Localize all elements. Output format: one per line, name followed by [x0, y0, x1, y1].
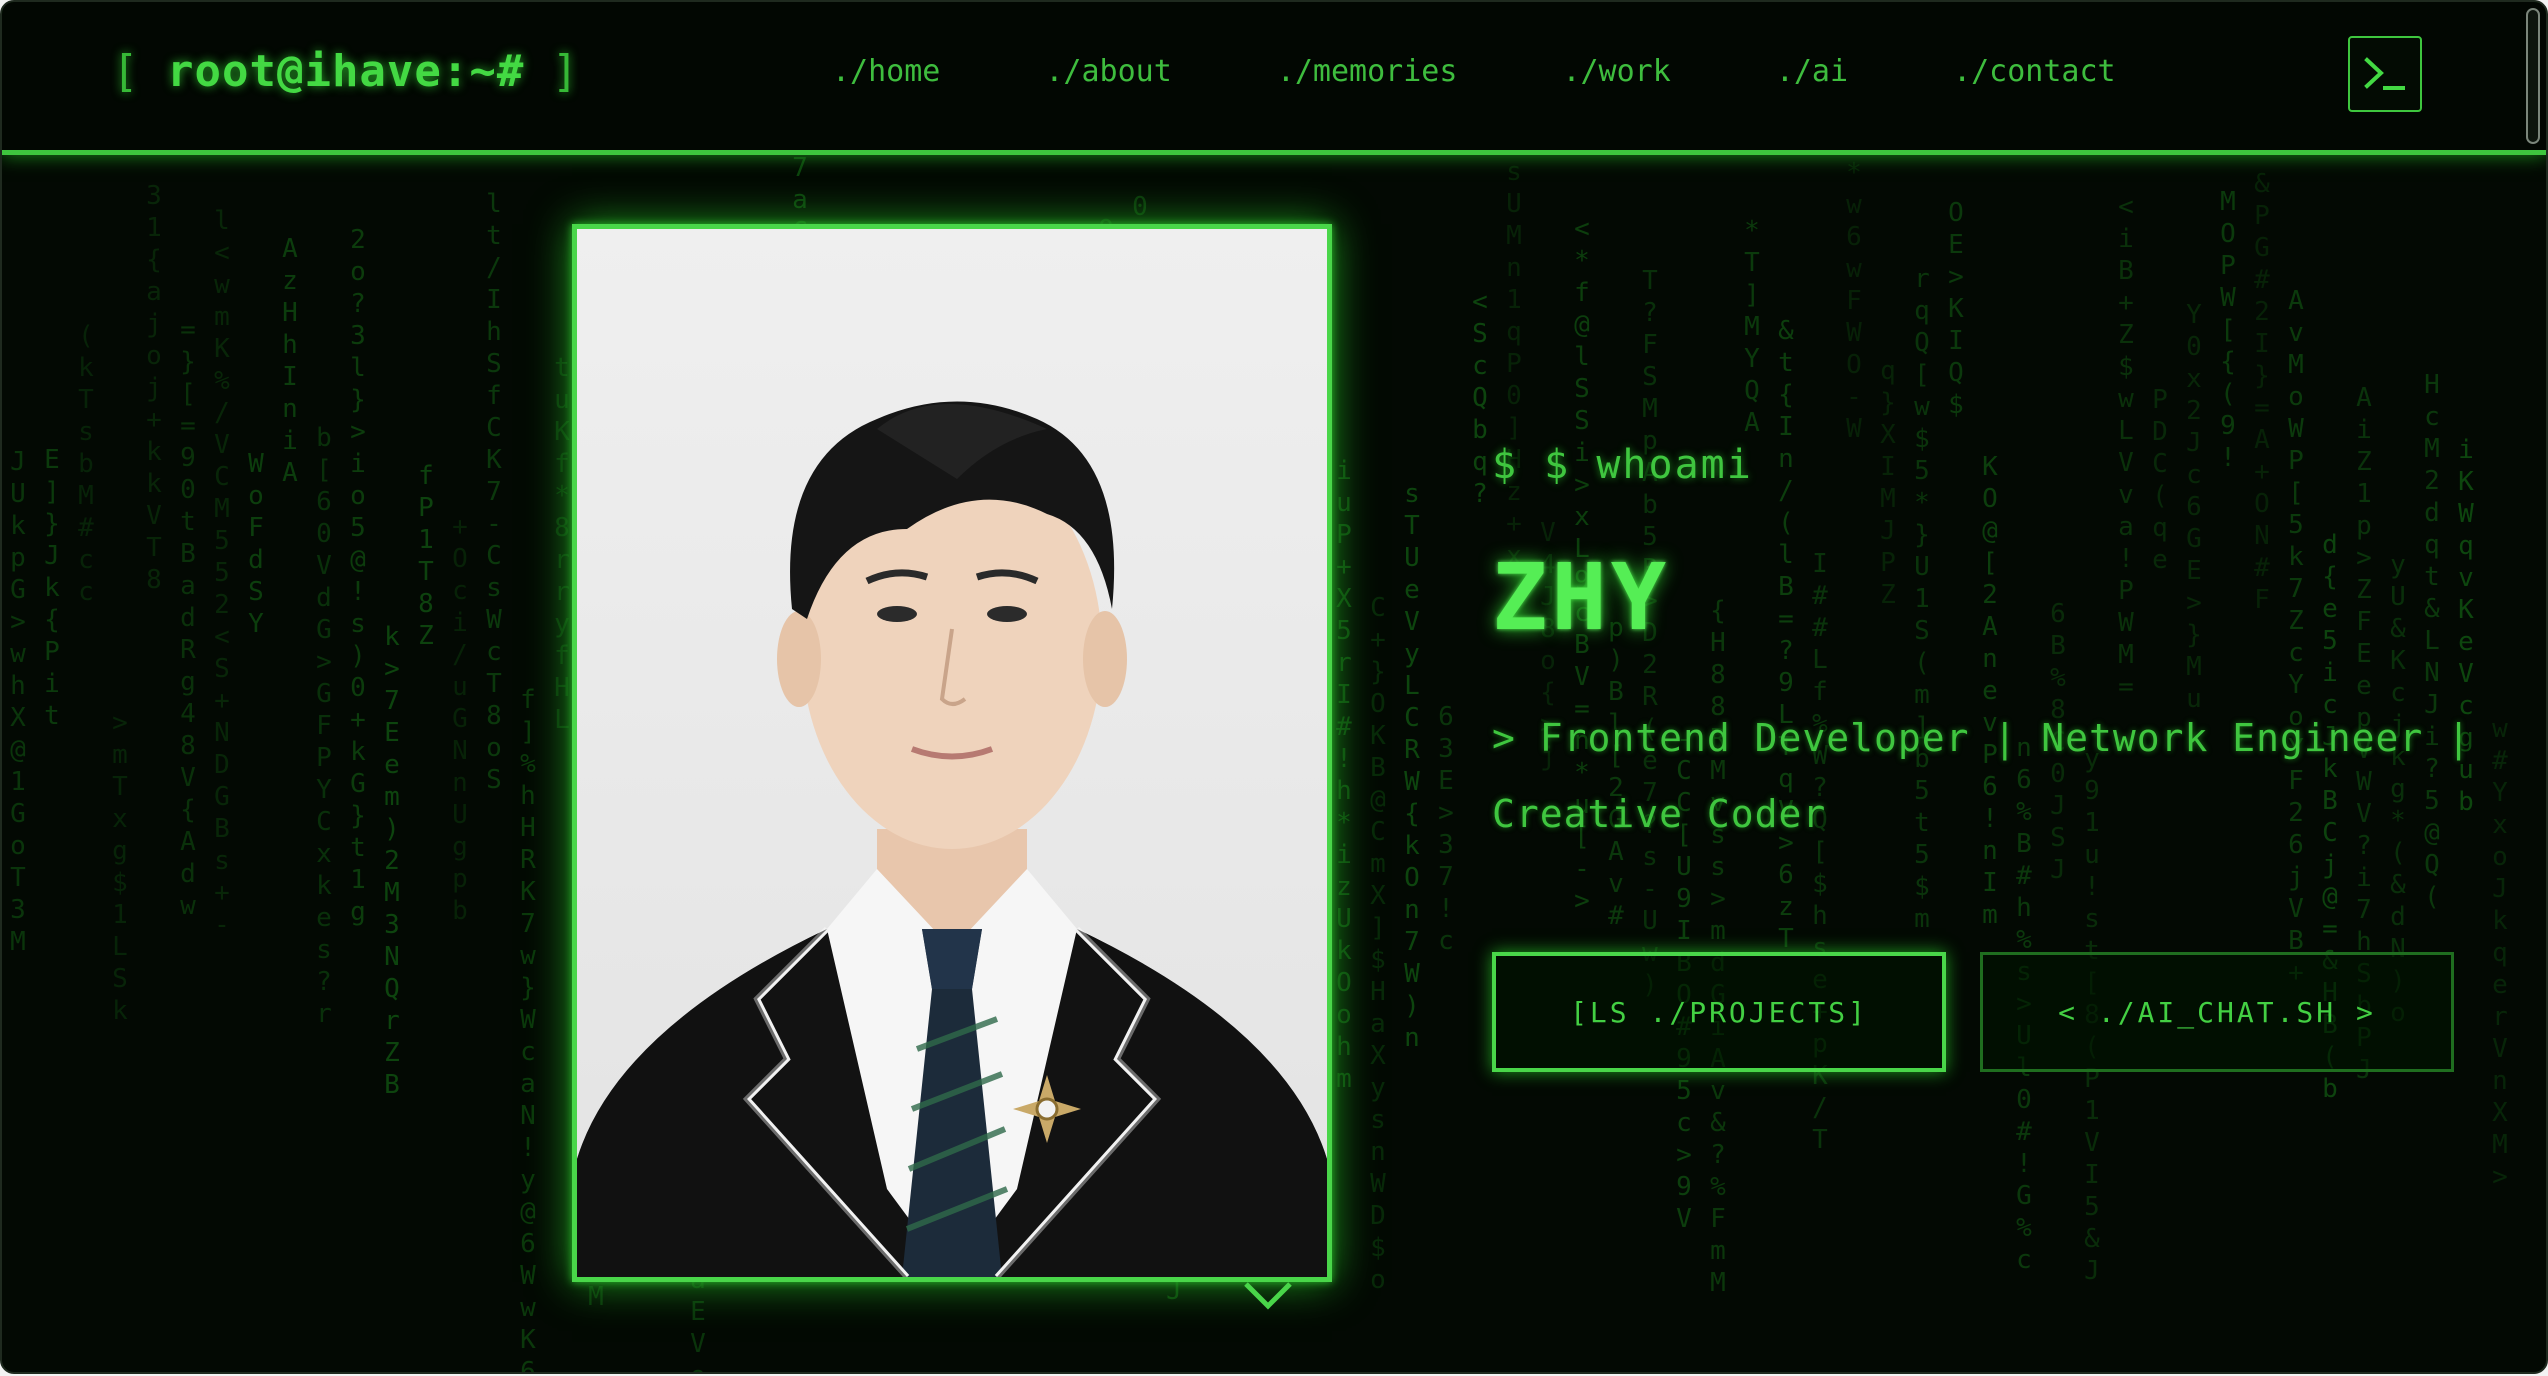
hero-actions: [LS ./PROJECTS] < ./AI_CHAT.SH > [1492, 952, 2454, 1072]
nav-contact[interactable]: ./contact [1953, 54, 2116, 89]
terminal-icon [2364, 57, 2405, 90]
nav-memories[interactable]: ./memories [1277, 54, 1458, 89]
rain-column: s T U e V y L C R W { k O n 7 W ) n [1404, 479, 1420, 1053]
terminal-button[interactable] [2348, 36, 2422, 112]
projects-button[interactable]: [LS ./PROJECTS] [1492, 952, 1946, 1072]
nav-ai[interactable]: ./ai [1776, 54, 1848, 89]
caret-down-icon [1244, 1282, 1292, 1310]
rain-column: 6 3 E > 3 7 ! c [1438, 702, 1454, 956]
brand-text: root@ihave:~# [167, 46, 525, 97]
rain-column: J U k p G > w h X @ 1 G o T 3 M [10, 447, 26, 957]
rain-column: f P 1 T 8 Z [418, 461, 434, 651]
rain-column: l < w m K % / V C M 5 5 2 < S + N D G B … [214, 206, 230, 940]
rain-column: ( k T s b M # c c [78, 321, 94, 607]
hero-name: ZHY [1492, 544, 1671, 651]
rain-column: W o F d S Y [248, 449, 264, 639]
rain-column: < S c Q b q ? [1472, 287, 1488, 509]
rain-column: 2 o ? 3 l } > i o 5 @ ! s ) 0 + k G } t … [350, 225, 366, 927]
rain-column: * w 6 w F W O - W [1846, 158, 1862, 444]
rain-column: C + } O K B @ C m X ] $ H a X y s n W D … [1370, 593, 1386, 1295]
hero-intro: $ $ whoami ZHY > Frontend Developer | Ne… [1492, 442, 2502, 852]
terminal-prompt: $ $ whoami [1492, 442, 1753, 488]
rain-column: f ] % h H R K 7 w } W c a N ! y @ 6 W w … [520, 685, 536, 1374]
rain-column: + O c i / u G N n U g p b [452, 512, 468, 926]
profile-photo [572, 224, 1332, 1282]
rain-column: 3 1 { a j o j + k k V T 8 [146, 181, 162, 595]
main-nav: ./home ./about ./memories ./work ./ai ./… [832, 54, 2116, 89]
app-window: J U k p G > w h X @ 1 G o T 3 M E ] } J … [0, 0, 2548, 1374]
rain-column: k > 7 E e m ) 2 M 3 N Q r Z B [384, 622, 400, 1100]
rain-column: l t / I h S f C K 7 - C s W c T 8 o S [486, 189, 502, 795]
rain-column: t u K f * 8 r r y f H L [554, 353, 570, 735]
site-brand[interactable]: [ root@ihave:~# ] [112, 46, 579, 97]
rain-column: = } [ = 9 0 t B a d R g 4 8 V { A d w [180, 315, 196, 921]
brand-bracket-open: [ [112, 46, 140, 97]
scrollbar[interactable] [2526, 8, 2540, 144]
brand-bracket-close: ] [551, 46, 580, 97]
rain-column: O E > K I Q $ [1948, 198, 1964, 420]
rain-column: * T ] M Y Q A [1744, 216, 1760, 438]
rain-column: M O P W [ { ( 9 ! [2220, 187, 2236, 473]
ai-chat-button[interactable]: < ./AI_CHAT.SH > [1980, 952, 2454, 1072]
rain-column: E ] } J k { P i t [44, 445, 60, 731]
portrait-illustration [577, 229, 1327, 1277]
rain-column: i u P + X 5 r I # ! h * i z U k O o h m [1336, 456, 1352, 1094]
rain-column: > m T x g $ 1 L S k [112, 708, 128, 1026]
top-navigation-bar: [ root@ihave:~# ] ./home ./about ./memor… [2, 2, 2546, 155]
rain-column: A z H h I n i A [282, 234, 298, 488]
hero-tagline: > Frontend Developer | Network Engineer … [1492, 716, 2471, 836]
rain-column: b [ 6 0 V d G > G F P Y C x k e s ? r [316, 423, 332, 1029]
nav-work[interactable]: ./work [1562, 54, 1670, 89]
nav-about[interactable]: ./about [1045, 54, 1171, 89]
nav-home[interactable]: ./home [832, 54, 940, 89]
